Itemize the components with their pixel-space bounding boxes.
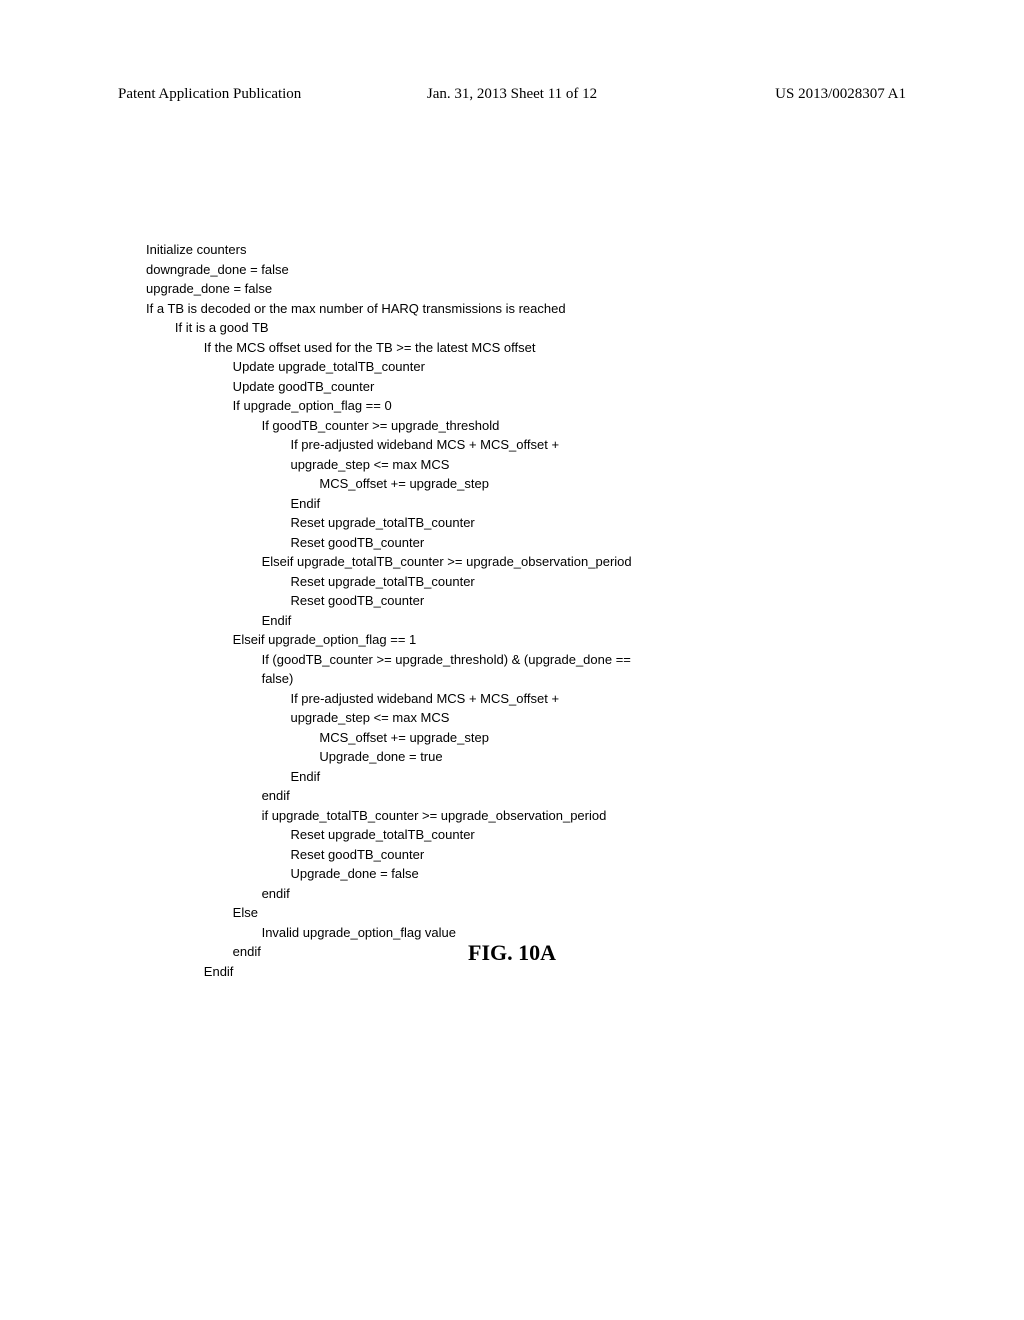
code-line: If a TB is decoded or the max number of … <box>146 301 566 316</box>
code-line: Endif <box>146 769 320 784</box>
code-line: Reset goodTB_counter <box>146 847 424 862</box>
code-line: upgrade_done = false <box>146 281 272 296</box>
code-line: if upgrade_totalTB_counter >= upgrade_ob… <box>146 808 606 823</box>
code-line: endif <box>146 788 290 803</box>
code-line: Reset goodTB_counter <box>146 593 424 608</box>
code-line: Reset goodTB_counter <box>146 535 424 550</box>
code-line: Update goodTB_counter <box>146 379 374 394</box>
figure-caption: FIG. 10A <box>0 940 1024 966</box>
header-right: US 2013/0028307 A1 <box>775 86 906 103</box>
code-line: Reset upgrade_totalTB_counter <box>146 515 475 530</box>
page-container: Patent Application Publication Jan. 31, … <box>0 0 1024 1320</box>
code-line: Else <box>146 905 258 920</box>
page-header: Patent Application Publication Jan. 31, … <box>118 86 906 103</box>
code-line: Endif <box>146 613 291 628</box>
code-line: Elseif upgrade_option_flag == 1 <box>146 632 416 647</box>
code-line: endif <box>146 886 290 901</box>
code-line: upgrade_step <= max MCS <box>146 710 449 725</box>
code-line: Reset upgrade_totalTB_counter <box>146 574 475 589</box>
code-line: If pre-adjusted wideband MCS + MCS_offse… <box>146 437 559 452</box>
code-line: If upgrade_option_flag == 0 <box>146 398 392 413</box>
code-line: Upgrade_done = false <box>146 866 419 881</box>
code-line: If pre-adjusted wideband MCS + MCS_offse… <box>146 691 559 706</box>
header-left: Patent Application Publication <box>118 86 301 103</box>
code-line: upgrade_step <= max MCS <box>146 457 449 472</box>
header-center: Jan. 31, 2013 Sheet 11 of 12 <box>427 86 597 103</box>
code-line: Reset upgrade_totalTB_counter <box>146 827 475 842</box>
code-line: MCS_offset += upgrade_step <box>146 476 489 491</box>
code-line: MCS_offset += upgrade_step <box>146 730 489 745</box>
code-line: If it is a good TB <box>146 320 269 335</box>
code-line: If (goodTB_counter >= upgrade_threshold)… <box>146 652 631 667</box>
code-line: If goodTB_counter >= upgrade_threshold <box>146 418 499 433</box>
code-line: Endif <box>146 496 320 511</box>
code-line: false) <box>146 671 293 686</box>
code-line: Upgrade_done = true <box>146 749 443 764</box>
code-line: Initialize counters <box>146 242 246 257</box>
pseudocode-block: Initialize counters downgrade_done = fal… <box>146 240 632 981</box>
code-line: If the MCS offset used for the TB >= the… <box>146 340 535 355</box>
code-line: Elseif upgrade_totalTB_counter >= upgrad… <box>146 554 632 569</box>
code-line: downgrade_done = false <box>146 262 289 277</box>
code-line: Update upgrade_totalTB_counter <box>146 359 425 374</box>
code-line: Invalid upgrade_option_flag value <box>146 925 456 940</box>
